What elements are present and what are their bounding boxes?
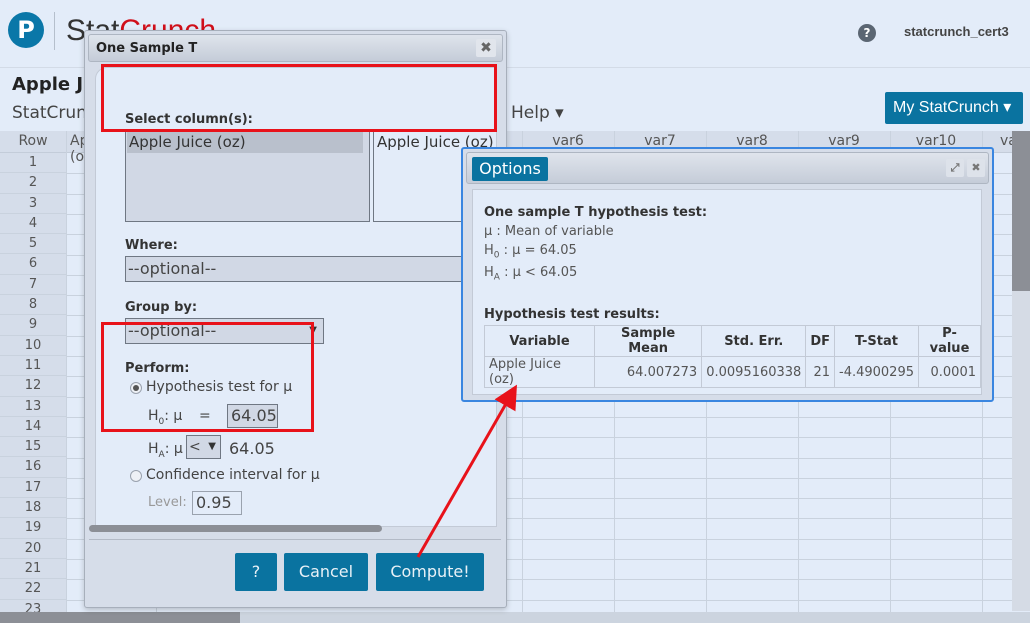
- level-label: Level:: [148, 495, 187, 510]
- ha-label: HA: μ: [148, 441, 183, 460]
- logo-divider: [54, 12, 55, 50]
- ha-operator-value: <: [189, 439, 201, 455]
- row-number[interactable]: 13: [0, 397, 66, 417]
- table-header: P-value: [918, 325, 981, 357]
- dialog-divider: [89, 539, 501, 540]
- table-header: Std. Err.: [701, 325, 807, 357]
- results-table: Variable Sample Mean Std. Err. DF T-Stat…: [484, 325, 981, 388]
- help-button[interactable]: ?: [235, 553, 277, 591]
- ha-value: 64.05: [229, 439, 275, 458]
- group-by-label: Group by:: [125, 300, 198, 315]
- row-number[interactable]: 22: [0, 579, 66, 600]
- ha-operator-select[interactable]: < ▼: [186, 435, 221, 459]
- row-number[interactable]: 5: [0, 234, 66, 255]
- ha-letter: H: [148, 441, 159, 457]
- dialog-title: One Sample T: [96, 41, 198, 56]
- dialog-titlebar[interactable]: One Sample T ✖: [88, 34, 503, 62]
- row-number[interactable]: 16: [0, 457, 66, 478]
- available-columns-list[interactable]: Apple Juice (oz): [125, 129, 370, 222]
- highlight-perform: [101, 322, 314, 432]
- dialog-body: Select column(s): Apple Juice (oz) Apple…: [95, 67, 497, 527]
- options-button[interactable]: Options: [472, 157, 548, 181]
- help-icon[interactable]: ?: [858, 24, 876, 42]
- row-number[interactable]: 3: [0, 194, 66, 214]
- table-cell: 64.007273: [593, 356, 703, 388]
- table-header-row: Variable Sample Mean Std. Err. DF T-Stat…: [484, 325, 981, 357]
- my-statcrunch-button[interactable]: My StatCrunch ▾: [885, 92, 1023, 124]
- level-input[interactable]: 0.95: [192, 491, 242, 515]
- table-header: T-Stat: [834, 325, 919, 357]
- row-number[interactable]: 21: [0, 559, 66, 580]
- row-number[interactable]: 19: [0, 518, 66, 539]
- table-header: DF: [805, 325, 835, 357]
- row-number[interactable]: 2: [0, 173, 66, 194]
- row-number[interactable]: 9: [0, 315, 66, 336]
- row-number-column: 1 2 3 4 5 6 7 8 9 10 11 12 13 14 15 16 17 18 19 20 21 22 23: [0, 153, 66, 620]
- confidence-interval-radio[interactable]: [130, 470, 142, 482]
- results-titlebar[interactable]: Options ⤢ ✖: [466, 152, 989, 184]
- results-heading: One sample T hypothesis test:: [484, 205, 708, 220]
- cancel-button[interactable]: Cancel: [284, 553, 368, 591]
- horizontal-scrollbar[interactable]: [0, 612, 240, 623]
- row-number[interactable]: 17: [0, 478, 66, 499]
- results-table-heading: Hypothesis test results:: [484, 307, 660, 322]
- close-icon[interactable]: ✖: [967, 159, 985, 177]
- compute-button[interactable]: Compute!: [376, 553, 484, 591]
- row-number[interactable]: 18: [0, 498, 66, 519]
- row-number[interactable]: 4: [0, 214, 66, 235]
- null-hypothesis: H0 : μ = 64.05: [484, 243, 577, 261]
- row-header: Row: [18, 133, 48, 149]
- confidence-interval-label: Confidence interval for μ: [146, 467, 320, 483]
- username-link[interactable]: statcrunch_cert3: [904, 24, 1009, 39]
- table-cell: -4.4900295: [834, 356, 919, 388]
- row-number[interactable]: 12: [0, 376, 66, 397]
- vertical-scrollbar[interactable]: [1012, 131, 1030, 291]
- row-number[interactable]: 11: [0, 356, 66, 377]
- highlight-select-columns: [101, 64, 497, 132]
- mu-definition: μ : Mean of variable: [484, 224, 614, 239]
- table-cell: 0.0095160338: [701, 356, 807, 388]
- h0-text: : μ = 64.05: [499, 243, 577, 258]
- table-cell: 21: [805, 356, 835, 388]
- ha-mu: : μ: [164, 441, 183, 457]
- row-number[interactable]: 7: [0, 275, 66, 296]
- chevron-down-icon: ▼: [208, 441, 216, 452]
- results-body: One sample T hypothesis test: μ : Mean o…: [472, 189, 982, 395]
- close-icon[interactable]: ✖: [476, 39, 496, 57]
- menu-help[interactable]: Help ▾: [511, 103, 564, 123]
- grid-column-line: [66, 131, 67, 623]
- row-number[interactable]: 8: [0, 295, 66, 316]
- table-header: Sample Mean: [593, 325, 703, 357]
- where-input[interactable]: --optional--: [125, 256, 496, 282]
- table-header: Variable: [484, 325, 595, 357]
- pearson-logo-icon[interactable]: P: [8, 12, 44, 48]
- where-label: Where:: [125, 238, 178, 253]
- row-number[interactable]: 10: [0, 336, 66, 356]
- row-number[interactable]: 6: [0, 254, 66, 275]
- ha-text: : μ < 64.05: [499, 265, 578, 280]
- row-number[interactable]: 14: [0, 417, 66, 438]
- dialog-horizontal-scrollbar[interactable]: [89, 525, 382, 532]
- row-number[interactable]: 1: [0, 153, 66, 174]
- table-cell: 0.0001: [918, 356, 981, 388]
- row-number[interactable]: 15: [0, 437, 66, 458]
- results-window: Options ⤢ ✖ One sample T hypothesis test…: [461, 147, 994, 402]
- table-row: Apple Juice (oz) 64.007273 0.0095160338 …: [484, 356, 981, 388]
- table-cell: Apple Juice (oz): [484, 356, 595, 388]
- row-number[interactable]: 20: [0, 539, 66, 559]
- list-item[interactable]: Apple Juice (oz): [127, 131, 363, 153]
- alternative-hypothesis: HA : μ < 64.05: [484, 265, 578, 283]
- expand-icon[interactable]: ⤢: [946, 159, 964, 177]
